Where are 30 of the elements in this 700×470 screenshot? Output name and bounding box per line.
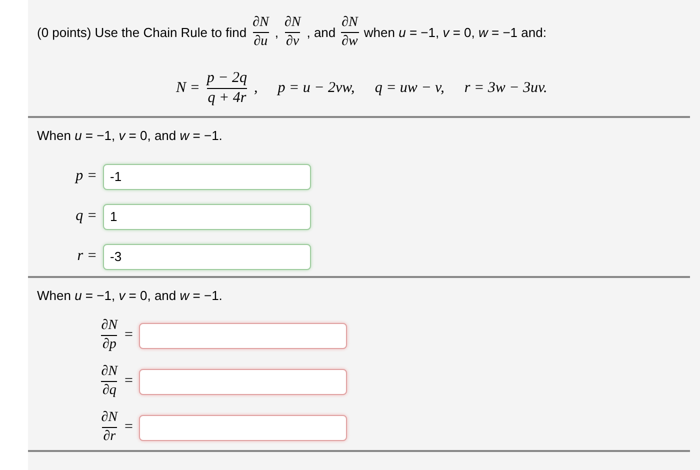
fraction: ∂N ∂r	[100, 411, 119, 444]
fraction: ∂N ∂p	[100, 319, 119, 352]
question-text: , and	[306, 24, 336, 42]
section-heading: When u = −1, v = 0, and w = −1.	[37, 127, 224, 145]
fraction: ∂N ∂w	[340, 16, 359, 49]
question-text: when u = −1, v = 0, w = −1 and:	[364, 24, 546, 42]
question-text: (0 points) Use the Chain Rule to find	[37, 24, 247, 42]
variable-label: p =	[76, 167, 97, 186]
answer-field[interactable]	[139, 322, 347, 348]
answer-field[interactable]: -1	[103, 164, 311, 190]
formula-text: q = uw − v,	[374, 79, 444, 98]
equals-sign: =	[124, 372, 133, 392]
formula-text: r = 3w − 3uv.	[464, 79, 548, 98]
fraction: ∂N ∂u	[252, 16, 270, 49]
answer-field[interactable]: -3	[103, 244, 311, 270]
formula-text: ,	[254, 79, 258, 98]
variable-label: q =	[76, 207, 97, 226]
equals-sign: =	[124, 326, 133, 346]
equals-sign: =	[124, 418, 133, 438]
section-heading: When u = −1, v = 0, and w = −1.	[37, 286, 224, 304]
variable-label: r =	[77, 247, 97, 266]
formula-text: p = u − 2vw,	[278, 79, 355, 98]
formula-text: N =	[176, 79, 200, 98]
fraction: p − 2q q + 4r	[206, 71, 248, 106]
question-text: ,	[274, 24, 278, 42]
fraction: ∂N ∂v	[283, 16, 302, 49]
fraction: ∂N ∂q	[100, 365, 119, 398]
answer-field[interactable]	[139, 368, 347, 394]
answer-field[interactable]	[139, 414, 347, 440]
answer-field[interactable]: 1	[103, 204, 311, 230]
